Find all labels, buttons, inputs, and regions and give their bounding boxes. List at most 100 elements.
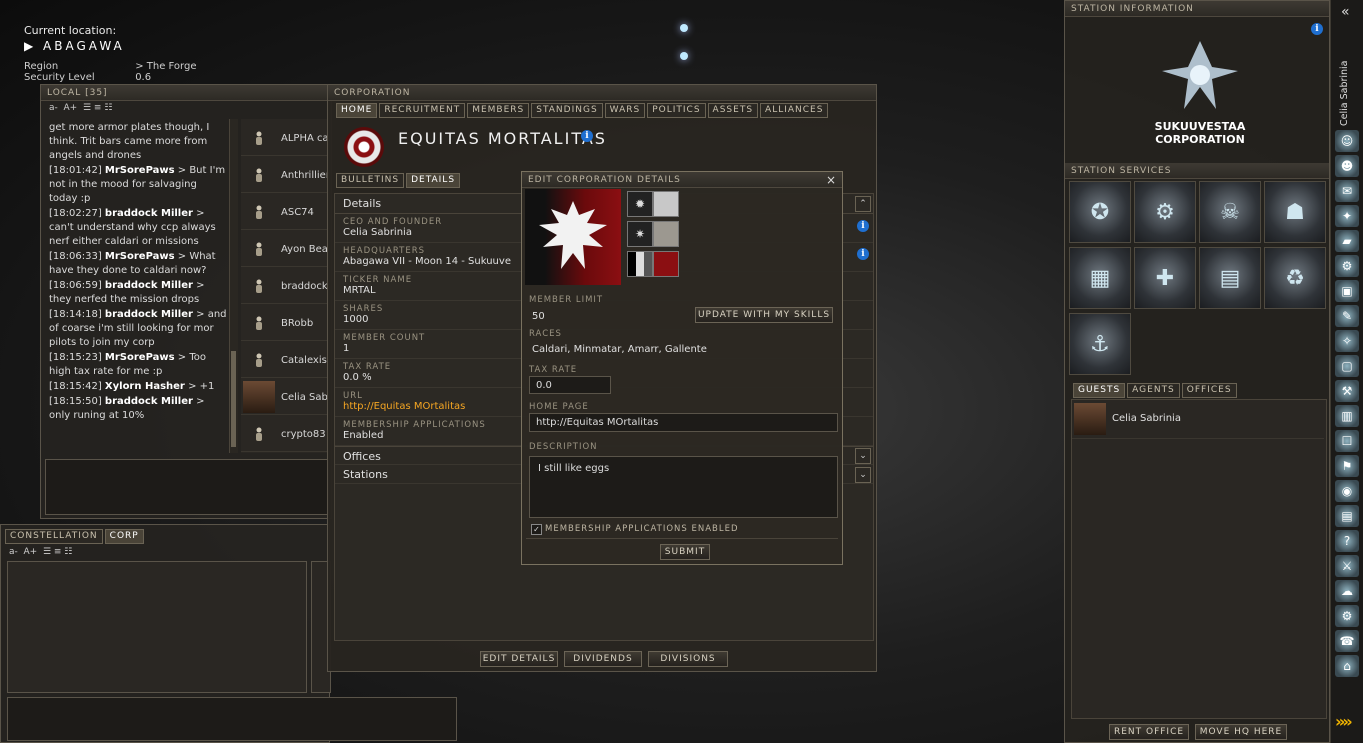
membership-checkbox-label[interactable]: MEMBERSHIP APPLICATIONS ENABLED (545, 524, 739, 534)
home-page-input[interactable] (529, 413, 838, 432)
tab-corp[interactable]: CORP (104, 529, 144, 544)
message-author[interactable]: braddock Miller (105, 208, 193, 219)
mail-icon[interactable]: ✉ (1335, 180, 1359, 202)
market-icon[interactable]: ▣ (1335, 280, 1359, 302)
corp-chat-input[interactable] (7, 697, 457, 741)
tab-standings[interactable]: STANDINGS (531, 103, 603, 118)
message-author[interactable]: MrSorePaws (105, 165, 175, 176)
calendar-icon[interactable]: ▤ (1335, 505, 1359, 527)
member-row[interactable]: ALPHA ca (241, 121, 331, 156)
corp-info-icon[interactable]: i (581, 130, 593, 142)
character-name[interactable]: Celia Sabrinia (1339, 56, 1353, 126)
notepad-icon[interactable]: ▰ (1335, 230, 1359, 252)
reprocessing-icon[interactable]: ♻ (1264, 247, 1326, 309)
contracts-icon[interactable]: ✎ (1335, 305, 1359, 327)
tab-alliances[interactable]: ALLIANCES (760, 103, 829, 118)
ship-fitting-icon[interactable]: ⚙ (1134, 181, 1196, 243)
message-author[interactable]: MrSorePaws (105, 352, 175, 363)
font-decrease-button[interactable]: a- (9, 547, 18, 557)
market-icon[interactable]: ▤ (1199, 247, 1261, 309)
chat-scrollbar[interactable] (229, 119, 238, 453)
tab-guests[interactable]: GUESTS (1073, 383, 1126, 398)
rent-office-button[interactable]: RENT OFFICE (1109, 724, 1189, 740)
message-author[interactable]: braddock Miller (105, 309, 193, 320)
message-author[interactable]: Xylorn Hasher (105, 381, 185, 392)
expand-offices-icon[interactable]: ⌄ (855, 448, 871, 464)
tab-members[interactable]: MEMBERS (467, 103, 530, 118)
tab-home[interactable]: HOME (336, 103, 378, 118)
tab-bulletins[interactable]: BULLETINS (336, 173, 405, 188)
location-name[interactable]: ▶ ABAGAWA (24, 39, 244, 53)
member-row[interactable]: Celia Sab (241, 380, 331, 415)
settings-icon[interactable]: ⚙ (1335, 605, 1359, 627)
membership-checkbox[interactable]: ✓ (531, 524, 542, 535)
officer-icon[interactable]: ✪ (1069, 181, 1131, 243)
corporation-title[interactable]: CORPORATION (328, 85, 876, 101)
message-author[interactable]: braddock Miller (105, 396, 193, 407)
agents-icon[interactable]: ☎ (1335, 630, 1359, 652)
tab-offices[interactable]: OFFICES (1181, 383, 1237, 398)
browser-icon[interactable]: ◉ (1335, 480, 1359, 502)
tab-wars[interactable]: WARS (604, 103, 646, 118)
station-icon[interactable]: ⌂ (1335, 655, 1359, 677)
move-hq-button[interactable]: MOVE HQ HERE (1195, 724, 1287, 740)
tab-constellation[interactable]: CONSTELLATION (5, 529, 103, 544)
collapse-sidebar-icon[interactable]: « (1341, 4, 1350, 20)
tab-agents[interactable]: AGENTS (1127, 383, 1180, 398)
logo-shape-3-icon[interactable] (627, 251, 653, 277)
insurance-icon[interactable]: ⚓ (1069, 313, 1131, 375)
divisions-button[interactable]: DIVISIONS (648, 651, 728, 667)
dividends-button[interactable]: DIVIDENDS (564, 651, 642, 667)
member-row[interactable]: Ayon Bea (241, 232, 331, 267)
assets-icon[interactable]: ▢ (1335, 355, 1359, 377)
bounty-icon[interactable]: ☠ (1199, 181, 1261, 243)
font-increase-button[interactable]: A+ (24, 547, 38, 557)
corporation-icon[interactable]: ⚑ (1335, 455, 1359, 477)
edit-dialog-title[interactable]: EDIT CORPORATION DETAILS (522, 172, 842, 188)
description-textarea[interactable]: I still like eggs (529, 456, 838, 518)
logo-shape-1-icon[interactable]: ✹ (627, 191, 653, 217)
tax-rate-input[interactable] (529, 376, 611, 394)
ceo-info-icon[interactable]: i (857, 220, 869, 232)
hq-info-icon[interactable]: i (857, 248, 869, 260)
character-sheet-icon[interactable]: ☺ (1335, 130, 1359, 152)
compact-view-icon[interactable]: ≡ (94, 103, 102, 113)
logo-color-1[interactable] (653, 191, 679, 217)
list-view-icon[interactable]: ☰ (83, 103, 91, 113)
fitting-icon[interactable]: ⚙ (1335, 255, 1359, 277)
update-with-my-skills-button[interactable]: UPDATE WITH MY SKILLS (695, 307, 833, 323)
chat-icon[interactable]: ☁ (1335, 580, 1359, 602)
chat-input[interactable] (45, 459, 329, 515)
list-view-icon[interactable]: ☰ ≡ ☷ (43, 547, 72, 557)
tab-recruitment[interactable]: RECRUITMENT (379, 103, 466, 118)
member-row[interactable]: crypto83 (241, 417, 331, 452)
message-author[interactable]: braddock Miller (105, 280, 193, 291)
logo-shape-2-icon[interactable]: ✷ (627, 221, 653, 247)
factory-icon[interactable]: ▦ (1069, 247, 1131, 309)
expand-stations-icon[interactable]: ⌄ (855, 467, 871, 483)
tab-politics[interactable]: POLITICS (647, 103, 706, 118)
people-icon[interactable]: ☻ (1335, 155, 1359, 177)
logo-color-2[interactable] (653, 221, 679, 247)
journal-icon[interactable]: ☐ (1335, 430, 1359, 452)
font-increase-button[interactable]: A+ (64, 103, 78, 113)
station-info-icon[interactable]: i (1311, 23, 1323, 35)
tab-details[interactable]: DETAILS (406, 173, 461, 188)
region-value[interactable]: > The Forge (135, 61, 196, 72)
submit-button[interactable]: SUBMIT (660, 544, 710, 560)
local-chat-title[interactable]: LOCAL [35] (41, 85, 331, 101)
tab-assets[interactable]: ASSETS (707, 103, 759, 118)
member-row[interactable]: Anthrillien (241, 158, 331, 193)
map-icon[interactable]: ✧ (1335, 330, 1359, 352)
collapse-up-icon[interactable]: ⌃ (855, 196, 871, 212)
close-icon[interactable]: × (826, 173, 836, 187)
science-icon[interactable]: ✦ (1335, 205, 1359, 227)
member-row[interactable]: braddock (241, 269, 331, 304)
member-row[interactable]: BRobb (241, 306, 331, 341)
guest-row[interactable]: Celia Sabrinia (1072, 400, 1324, 439)
clone-bay-icon[interactable]: ☗ (1264, 181, 1326, 243)
repair-icon[interactable]: ✚ (1134, 247, 1196, 309)
edit-details-button[interactable]: EDIT DETAILS (480, 651, 558, 667)
help-icon[interactable]: ? (1335, 530, 1359, 552)
wallet-icon[interactable]: ▥ (1335, 405, 1359, 427)
